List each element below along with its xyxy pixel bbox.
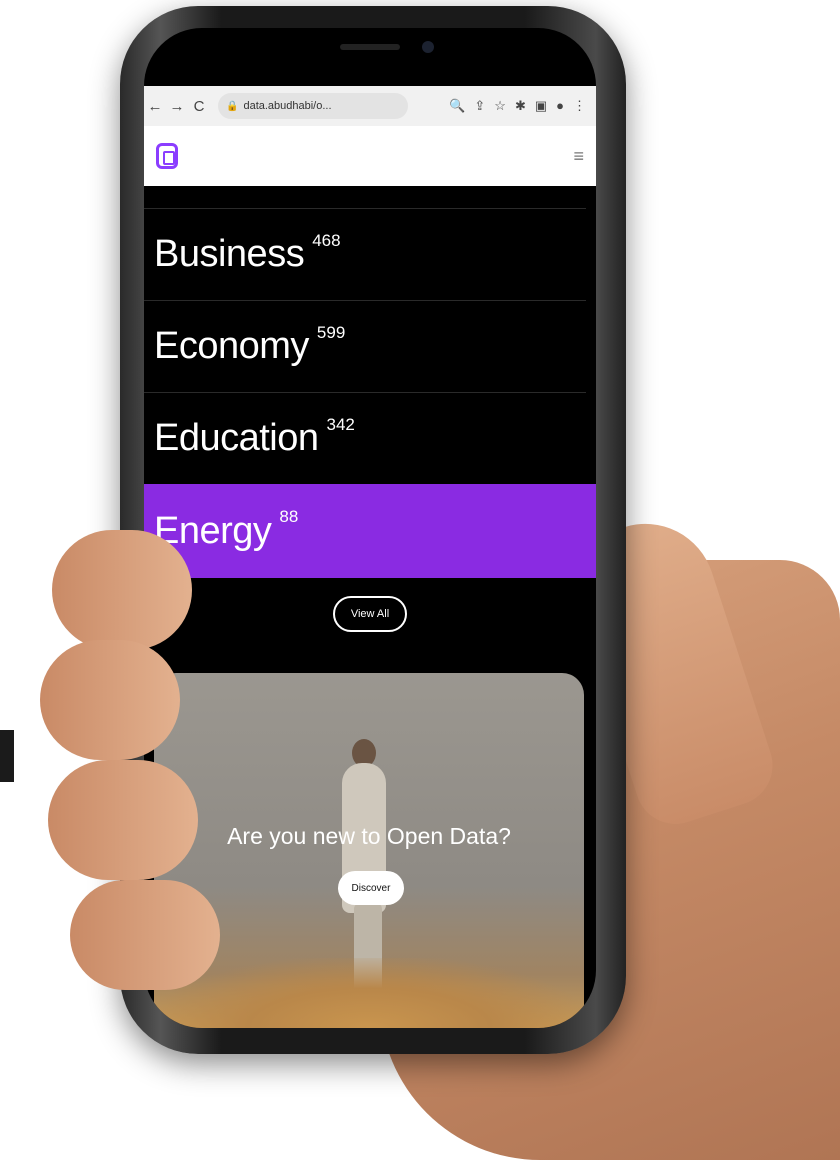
extensions-icon[interactable]: ✱ <box>515 98 526 114</box>
tab-icon[interactable]: ▣ <box>535 98 547 114</box>
category-count: 88 <box>279 507 299 526</box>
category-name: Economy <box>154 325 309 367</box>
back-arrow-icon[interactable]: ← <box>144 98 166 115</box>
url-text: data.abudhabi/o... <box>243 100 332 112</box>
lock-icon: 🔒 <box>226 100 239 112</box>
category-count: 599 <box>316 322 346 342</box>
category-item-energy[interactable]: Energy 88 <box>144 484 596 578</box>
hamburger-icon[interactable]: ≡ <box>573 146 584 167</box>
profile-icon[interactable]: ● <box>556 98 564 114</box>
hand-finger <box>70 880 220 990</box>
category-name: Education <box>154 417 319 459</box>
category-list: Business 468 Economy 599 Education 342 E… <box>144 208 596 578</box>
menu-icon[interactable]: ⋮ <box>573 98 586 114</box>
address-bar[interactable]: 🔒 data.abudhabi/o... <box>218 93 408 119</box>
logo-icon[interactable] <box>156 143 178 169</box>
share-icon[interactable]: ⇪ <box>474 98 485 114</box>
promo-card: Are you new to Open Data? Discover <box>154 673 584 1028</box>
browser-toolbar: ← → C 🔒 data.abudhabi/o... 🔍 ⇪ ☆ ✱ ▣ ● ⋮ <box>144 86 596 126</box>
category-count: 342 <box>326 414 355 434</box>
phone-screen: ← → C 🔒 data.abudhabi/o... 🔍 ⇪ ☆ ✱ ▣ ● ⋮… <box>144 28 596 1028</box>
discover-button[interactable]: Discover <box>338 871 404 905</box>
decorative-mark <box>0 730 14 782</box>
hand-finger <box>48 760 198 880</box>
category-count: 468 <box>312 230 341 250</box>
promo-title: Are you new to Open Data? <box>227 823 511 849</box>
hand-finger <box>52 530 192 650</box>
phone-notch <box>250 28 490 80</box>
site-header: ≡ <box>144 126 596 186</box>
hand-finger <box>40 640 180 760</box>
search-icon[interactable]: 🔍 <box>449 98 465 114</box>
category-item-economy[interactable]: Economy 599 <box>144 300 586 392</box>
speaker-grille <box>340 44 400 50</box>
reload-icon[interactable]: C <box>188 98 210 115</box>
category-name: Business <box>154 233 305 275</box>
star-icon[interactable]: ☆ <box>494 98 506 114</box>
camera-icon <box>422 41 434 53</box>
category-item-education[interactable]: Education 342 <box>144 392 586 484</box>
sand-dune <box>154 958 584 1028</box>
forward-arrow-icon[interactable]: → <box>166 98 188 115</box>
view-all-button[interactable]: View All <box>332 596 408 632</box>
category-item-business[interactable]: Business 468 <box>144 208 586 300</box>
